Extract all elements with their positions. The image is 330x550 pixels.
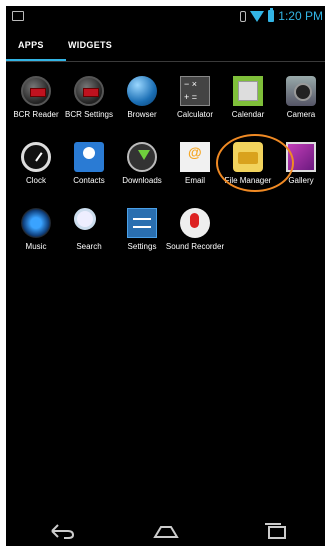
status-bar-right: 1:20 PM (240, 8, 323, 23)
music-icon (21, 208, 51, 238)
clock-icon (21, 142, 51, 172)
app-label: Sound Recorder (165, 242, 225, 251)
app-gallery[interactable]: Gallery (271, 138, 325, 208)
gallery-icon (286, 142, 316, 172)
app-downloads[interactable]: Downloads (112, 138, 172, 208)
app-search[interactable]: Search (59, 204, 119, 274)
app-sound-recorder[interactable]: Sound Recorder (165, 204, 225, 274)
navigation-bar (6, 516, 325, 546)
app-clock[interactable]: Clock (6, 138, 66, 208)
app-calendar[interactable]: Calendar (218, 72, 278, 142)
downloads-icon (127, 142, 157, 172)
app-bcr-settings[interactable]: BCR Settings (59, 72, 119, 142)
app-label: Camera (286, 110, 316, 119)
sound-recorder-icon (180, 208, 210, 238)
home-icon[interactable] (151, 522, 181, 540)
app-bcr-reader[interactable]: BCR Reader (6, 72, 66, 142)
app-browser[interactable]: Browser (112, 72, 172, 142)
settings-icon (127, 208, 157, 238)
vibrate-icon (240, 10, 247, 22)
app-email[interactable]: Email (165, 138, 225, 208)
image-icon (12, 11, 24, 21)
bcr-reader-icon (21, 76, 51, 106)
wifi-icon (250, 10, 265, 22)
file-manager-icon (233, 142, 263, 172)
tab-divider (6, 61, 325, 62)
tab-widgets[interactable]: WIDGETS (68, 40, 112, 50)
bcr-settings-icon (74, 76, 104, 106)
status-time: 1:20 PM (278, 9, 323, 23)
app-label: Gallery (288, 176, 314, 185)
browser-icon (127, 76, 157, 106)
search-icon (74, 208, 96, 230)
app-camera[interactable]: Camera (271, 72, 325, 142)
calendar-icon (233, 76, 263, 106)
app-music[interactable]: Music (6, 204, 66, 274)
app-contacts[interactable]: Contacts (59, 138, 119, 208)
app-settings[interactable]: Settings (112, 204, 172, 274)
status-bar: 1:20 PM (6, 6, 325, 87)
contacts-icon (74, 142, 104, 172)
camera-icon (286, 76, 316, 106)
tab-bar: APPS WIDGETS (6, 30, 325, 62)
calculator-icon (180, 76, 210, 106)
app-calculator[interactable]: Calculator (165, 72, 225, 142)
app-file-manager[interactable]: File Manager (218, 138, 278, 208)
tab-apps[interactable]: APPS (18, 40, 44, 50)
email-icon (180, 142, 210, 172)
app-drawer-screen: 1:20 PM APPS WIDGETS BCR Reader BCR Sett… (6, 6, 325, 546)
recent-apps-icon[interactable] (261, 522, 291, 540)
battery-icon (268, 8, 275, 22)
back-icon[interactable] (46, 522, 76, 540)
